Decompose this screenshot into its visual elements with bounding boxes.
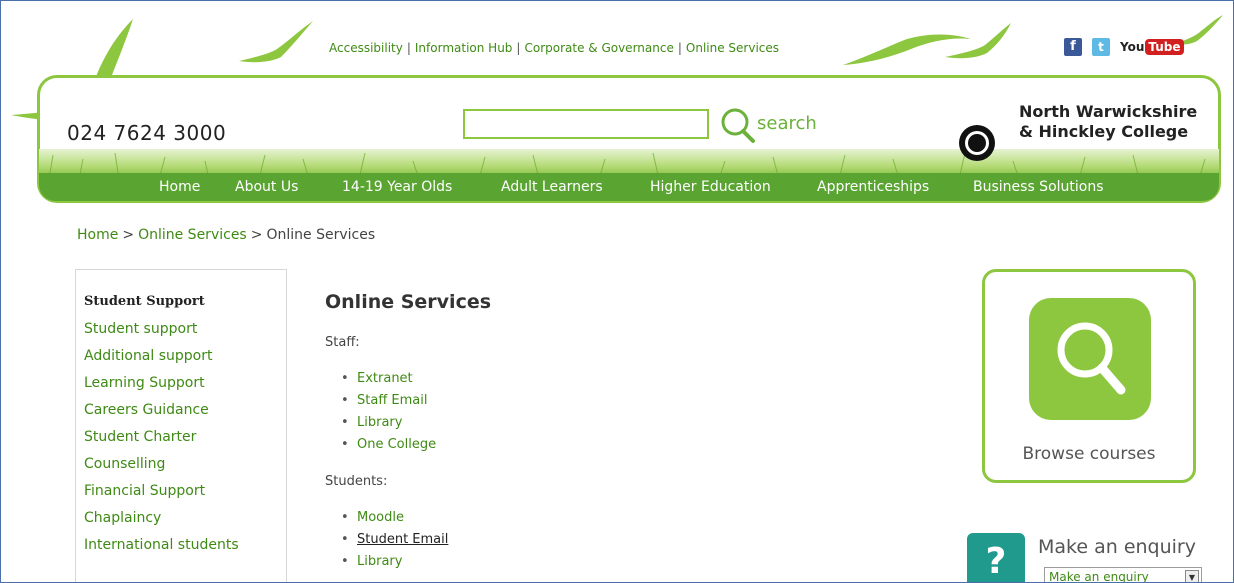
list-item: Student Email: [341, 529, 885, 551]
search-icon[interactable]: [719, 107, 757, 145]
breadcrumb: Home > Online Services > Online Services: [77, 227, 376, 243]
main-nav: Home About Us 14-19 Year Olds Adult Lear…: [39, 173, 1219, 201]
nav-business-solutions[interactable]: Business Solutions: [973, 179, 1104, 195]
college-logo-icon: [959, 125, 995, 161]
list-item: Library: [341, 551, 885, 573]
twitter-icon[interactable]: t: [1092, 38, 1110, 56]
college-logo-text: North Warwickshire & Hinckley College: [1019, 102, 1197, 142]
staff-label: Staff:: [325, 335, 360, 350]
enquiry-select-value: Make an enquiry: [1049, 570, 1149, 583]
youtube-tube: Tube: [1145, 39, 1184, 55]
browse-courses-panel[interactable]: Browse courses: [982, 269, 1196, 483]
sidebar-item-financial-support[interactable]: Financial Support: [84, 478, 286, 505]
youtube-you: You: [1120, 40, 1145, 54]
college-name-line1: North Warwickshire: [1019, 102, 1198, 121]
magnifier-tile: [1029, 298, 1151, 420]
link-staff-email[interactable]: Staff Email: [357, 393, 427, 408]
nav-about-us[interactable]: About Us: [235, 179, 298, 195]
social-links: f t You Tube: [1064, 38, 1184, 56]
sidebar-item-international-students[interactable]: International students: [84, 532, 286, 559]
link-corporate-governance[interactable]: Corporate & Governance: [524, 41, 673, 55]
nav-14-19[interactable]: 14-19 Year Olds: [342, 179, 452, 195]
link-student-email[interactable]: Student Email: [357, 532, 448, 547]
college-name-line2: & Hinckley College: [1019, 122, 1189, 141]
sidebar-item-learning-support[interactable]: Learning Support: [84, 370, 286, 397]
utility-links: Accessibility | Information Hub | Corporate …: [329, 41, 780, 55]
sidebar-item-chaplaincy[interactable]: Chaplaincy: [84, 505, 286, 532]
search-button[interactable]: search: [757, 113, 817, 134]
link-one-college[interactable]: One College: [357, 437, 436, 452]
link-extranet[interactable]: Extranet: [357, 371, 413, 386]
search-input[interactable]: [463, 109, 709, 139]
breadcrumb-online-services[interactable]: Online Services: [138, 227, 247, 243]
breadcrumb-current: Online Services: [266, 227, 376, 243]
browse-courses-label: Browse courses: [1022, 444, 1156, 464]
list-item: One College: [341, 434, 885, 456]
link-student-library[interactable]: Library: [357, 554, 402, 569]
main-content: Online Services Staff: Extranet Staff Em…: [325, 291, 885, 582]
youtube-icon[interactable]: You Tube: [1120, 39, 1184, 55]
staff-links: Extranet Staff Email Library One College: [341, 368, 885, 456]
sidebar: Student Support Student support Addition…: [75, 269, 287, 582]
chevron-down-icon[interactable]: ▼: [1185, 570, 1199, 582]
link-moodle[interactable]: Moodle: [357, 510, 404, 525]
sidebar-item-student-support[interactable]: Student support: [84, 316, 286, 343]
link-staff-library[interactable]: Library: [357, 415, 402, 430]
sidebar-item-counselling[interactable]: Counselling: [84, 451, 286, 478]
question-icon: ?: [967, 533, 1025, 582]
sidebar-heading: Student Support: [84, 294, 205, 309]
sidebar-item-careers-guidance[interactable]: Careers Guidance: [84, 397, 286, 424]
student-links: Moodle Student Email Library: [341, 507, 885, 573]
list-item: Moodle: [341, 507, 885, 529]
sidebar-item-additional-support[interactable]: Additional support: [84, 343, 286, 370]
list-item: Extranet: [341, 368, 885, 390]
phone-number: 024 7624 3000: [67, 121, 227, 145]
breadcrumb-home[interactable]: Home: [77, 227, 118, 243]
enquiry-select[interactable]: Make an enquiry ▼: [1044, 567, 1202, 583]
nav-apprenticeships[interactable]: Apprenticeships: [817, 179, 929, 195]
page-title: Online Services: [325, 291, 492, 313]
page-frame: Accessibility | Information Hub | Corporate …: [0, 0, 1234, 583]
nav-adult-learners[interactable]: Adult Learners: [501, 179, 603, 195]
list-item: Staff Email: [341, 390, 885, 412]
magnifier-icon: [1057, 322, 1126, 395]
facebook-icon[interactable]: f: [1064, 38, 1082, 56]
list-item: Library: [341, 412, 885, 434]
sidebar-item-student-charter[interactable]: Student Charter: [84, 424, 286, 451]
enquiry-title: Make an enquiry: [1038, 536, 1196, 558]
link-information-hub[interactable]: Information Hub: [415, 41, 513, 55]
nav-higher-education[interactable]: Higher Education: [650, 179, 771, 195]
nav-home[interactable]: Home: [159, 179, 200, 195]
link-online-services[interactable]: Online Services: [686, 41, 779, 55]
link-accessibility[interactable]: Accessibility: [329, 41, 403, 55]
students-label: Students:: [325, 474, 388, 489]
